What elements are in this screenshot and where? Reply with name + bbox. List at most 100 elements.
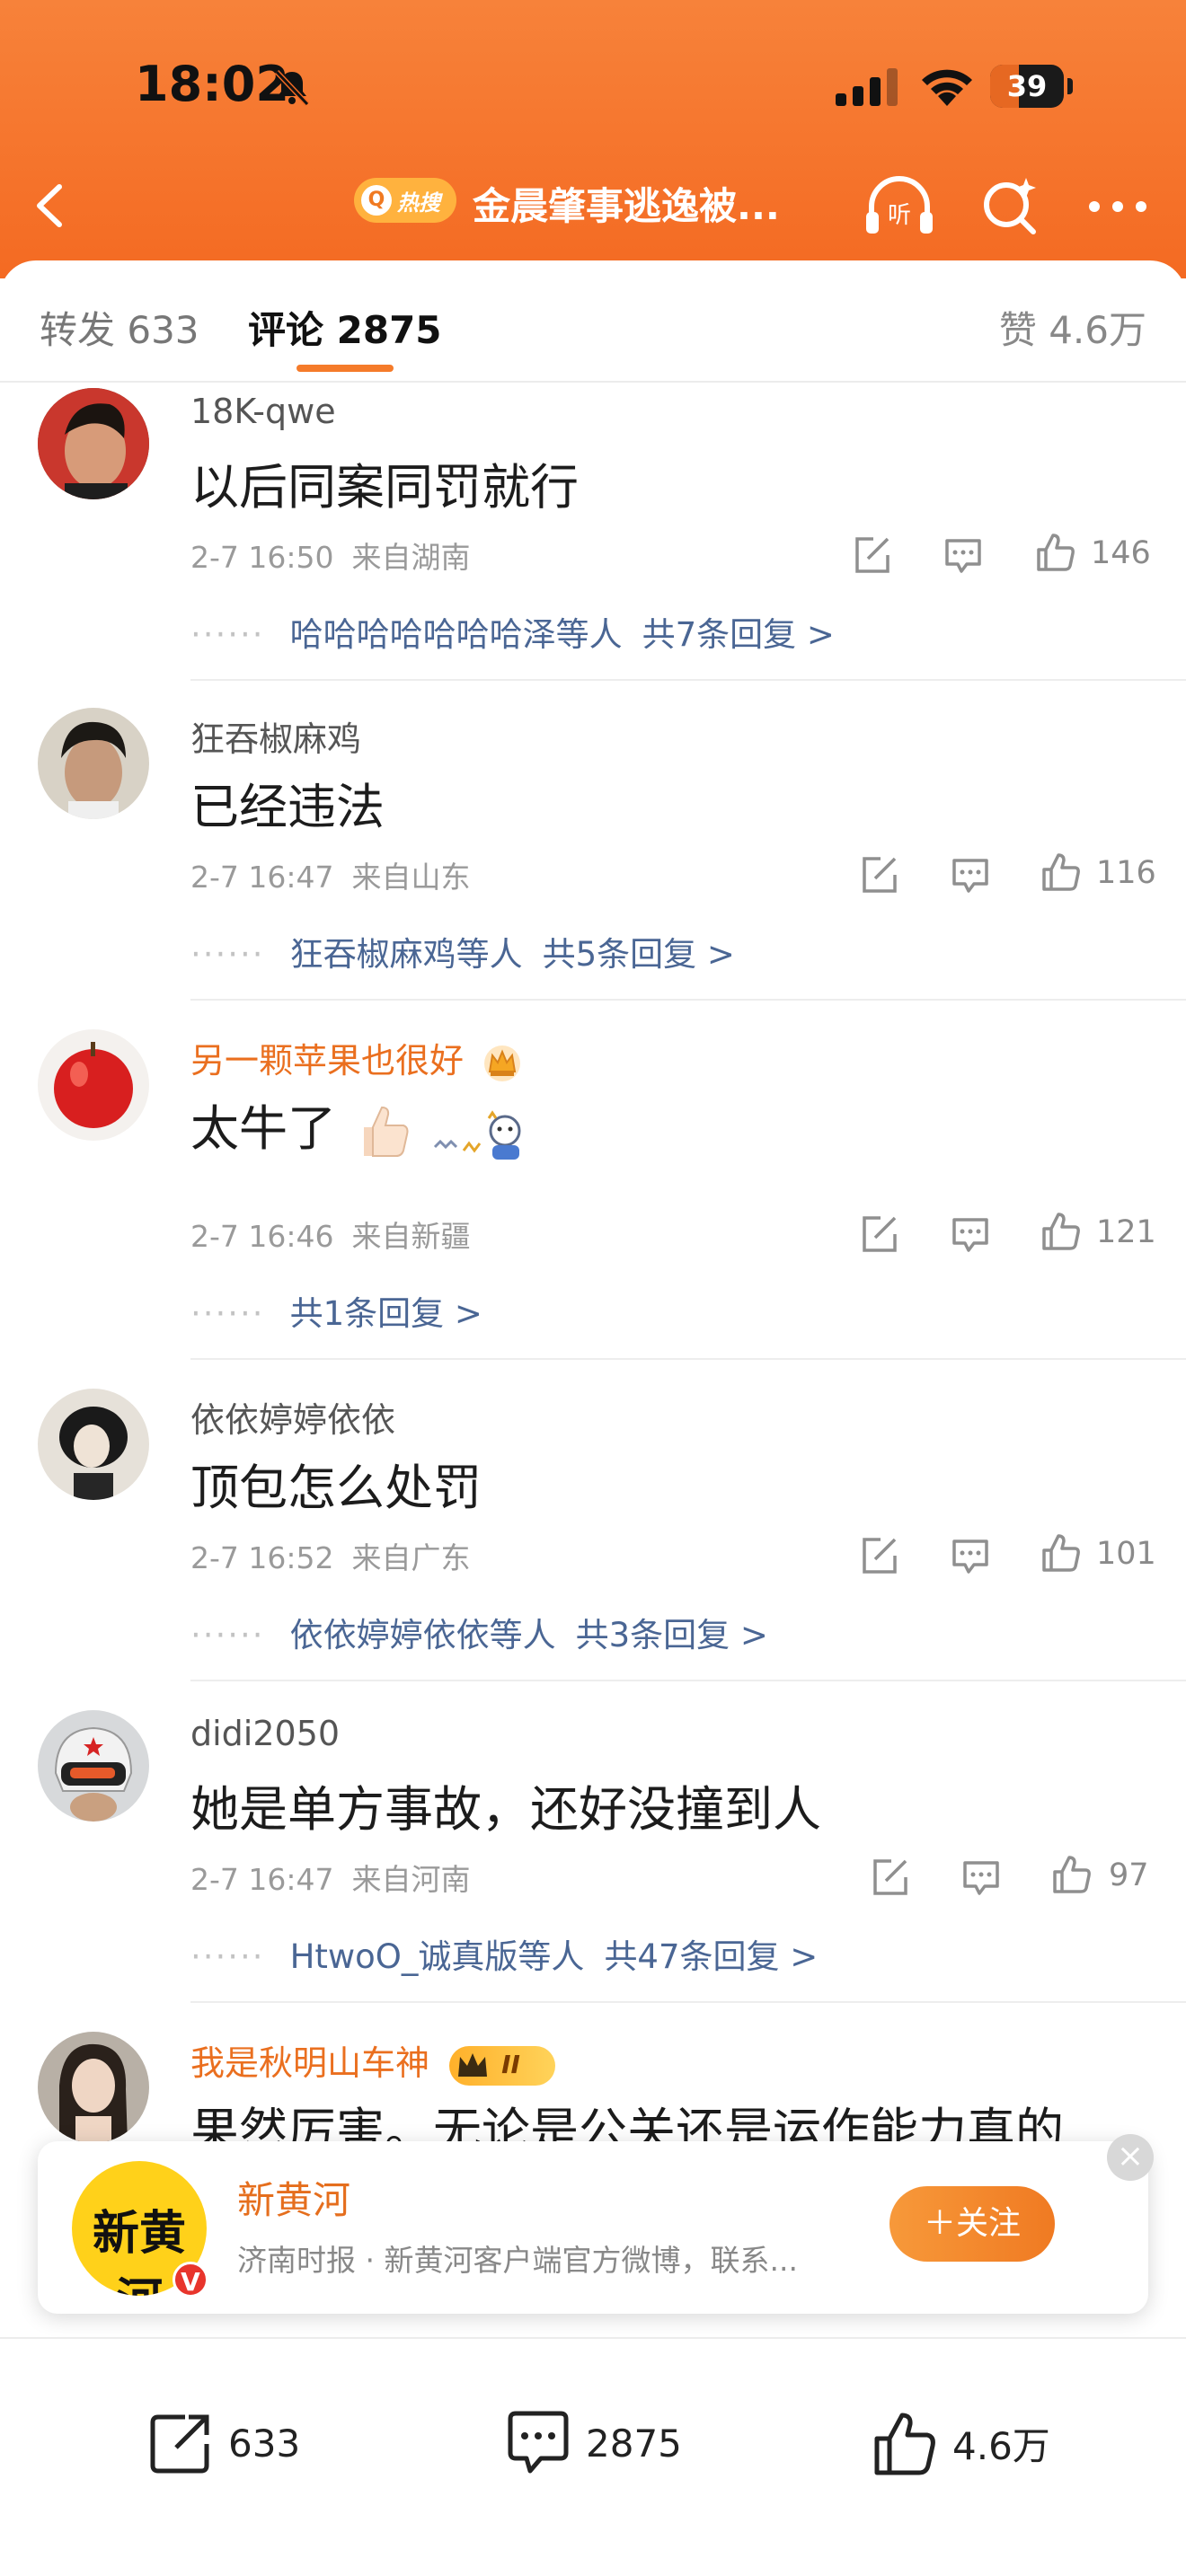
account-name[interactable]: 新黄河 bbox=[237, 2170, 350, 2225]
comment-time: 2-7 16:50 bbox=[190, 540, 334, 575]
avatar[interactable] bbox=[38, 388, 149, 499]
share-icon bbox=[150, 2414, 209, 2474]
comment-item: 狂吞椒麻鸡 已经违法 2-7 16:47 来自山东 116 ······ 狂吞椒麻鸡… bbox=[0, 702, 1186, 1001]
search-refresh-icon[interactable] bbox=[978, 171, 1040, 243]
thumbs-up-icon[interactable] bbox=[1039, 850, 1082, 893]
comment-item: 18K-qwe 以后同案同罚就行 2-7 16:50 来自湖南 146 ·····… bbox=[0, 383, 1186, 681]
close-icon[interactable]: × bbox=[1107, 2134, 1154, 2181]
hot-search-tag[interactable]: Q 热搜 bbox=[354, 178, 456, 223]
like-count: 97 bbox=[1109, 1857, 1149, 1893]
tab-comments[interactable]: 评论 2875 bbox=[248, 300, 442, 355]
share-icon[interactable] bbox=[857, 853, 900, 896]
share-icon[interactable] bbox=[850, 534, 893, 577]
comment-text: 太牛了 bbox=[190, 1089, 528, 1163]
comment-location: 来自湖南 bbox=[351, 540, 471, 575]
like-count: 121 bbox=[1096, 1214, 1156, 1250]
hot-search-label: 热搜 bbox=[397, 190, 440, 216]
status-time: 18:02 bbox=[135, 56, 289, 112]
comment-text: 以后同案同罚就行 bbox=[190, 459, 579, 516]
replies-link[interactable]: ······ HtwoO_诚真版等人 共47条回复 > bbox=[190, 1929, 818, 1978]
comment-username[interactable]: 另一颗苹果也很好 bbox=[190, 1033, 523, 1084]
like-count: 116 bbox=[1096, 855, 1156, 891]
like-button[interactable]: 4.6万 bbox=[870, 2407, 1050, 2479]
divider bbox=[190, 1358, 1186, 1360]
comment-time: 2-7 16:52 bbox=[190, 1540, 334, 1575]
tab-likes[interactable]: 赞 4.6万 bbox=[999, 300, 1146, 355]
thumbs-up-icon[interactable] bbox=[1039, 1209, 1082, 1252]
comment-location: 来自河南 bbox=[351, 1862, 471, 1897]
like-total: 4.6万 bbox=[952, 2423, 1050, 2468]
more-icon[interactable] bbox=[1082, 180, 1154, 234]
active-tab-indicator bbox=[296, 365, 394, 372]
comment-item: 另一颗苹果也很好 太牛了 2-7 16:46 来自新疆 121 ······ 共… bbox=[0, 1024, 1186, 1360]
comment-item: 依依婷婷依依 顶包怎么处罚 2-7 16:52 来自广东 101 ······ 依依… bbox=[0, 1383, 1186, 1681]
comment-icon bbox=[508, 2411, 569, 2474]
comment-username[interactable]: 狂吞椒麻鸡 bbox=[190, 711, 361, 761]
comment-username[interactable]: 18K-qwe bbox=[190, 392, 336, 431]
listen-headphones-icon[interactable]: 听 bbox=[861, 171, 938, 243]
comment-meta: 2-7 16:47 来自山东 bbox=[190, 853, 471, 896]
crown-icon bbox=[458, 2052, 488, 2077]
bell-muted-icon bbox=[274, 69, 310, 107]
comment-time: 2-7 16:47 bbox=[190, 1862, 334, 1897]
divider bbox=[190, 2001, 1186, 2003]
comment-text: 顶包怎么处罚 bbox=[190, 1460, 482, 1516]
comment-username[interactable]: 我是秋明山车神 II bbox=[190, 2035, 556, 2086]
replies-link[interactable]: ······ 哈哈哈哈哈哈哈泽等人 共7条回复 > bbox=[190, 607, 835, 656]
divider bbox=[190, 1680, 1186, 1681]
account-description: 济南时报 · 新黄河客户端官方微博，联系... bbox=[237, 2243, 798, 2278]
tab-bar: 转发 633 评论 2875 赞 4.6万 bbox=[0, 260, 1186, 383]
vip-level-badge: II bbox=[449, 2045, 556, 2086]
comment-meta: 2-7 16:46 来自新疆 bbox=[190, 1213, 471, 1256]
thumbs-up-icon[interactable] bbox=[1033, 530, 1076, 573]
back-chevron-icon[interactable] bbox=[23, 174, 77, 237]
comment-count: 2875 bbox=[586, 2421, 682, 2466]
signal-icon bbox=[836, 68, 898, 106]
avatar[interactable] bbox=[38, 1710, 149, 1822]
battery-indicator: 39 bbox=[990, 65, 1073, 108]
thumbs-up-icon[interactable] bbox=[1039, 1531, 1082, 1574]
share-icon[interactable] bbox=[868, 1856, 911, 1899]
comment-icon[interactable] bbox=[949, 853, 992, 896]
verified-badge-icon: V bbox=[173, 2262, 208, 2298]
page-title[interactable]: 金晨肇事逃逸被... bbox=[473, 176, 814, 226]
bottom-action-bar: 633 2875 4.6万 bbox=[0, 2337, 1186, 2576]
forward-button[interactable]: 633 bbox=[146, 2407, 300, 2479]
avatar[interactable] bbox=[38, 2032, 149, 2143]
avatar[interactable] bbox=[38, 1389, 149, 1500]
search-icon: Q bbox=[361, 185, 392, 216]
comment-button[interactable]: 2875 bbox=[503, 2407, 682, 2479]
svg-text:听: 听 bbox=[888, 202, 911, 229]
account-promo-card[interactable]: 新黄河 V 新黄河 济南时报 · 新黄河客户端官方微博，联系... ＋关注 × bbox=[38, 2134, 1154, 2314]
crown-badge-icon bbox=[484, 1045, 521, 1081]
replies-link[interactable]: ······ 依依婷婷依依等人 共3条回复 > bbox=[190, 1608, 768, 1656]
tab-forward[interactable]: 转发 633 bbox=[40, 300, 199, 355]
comment-icon[interactable] bbox=[960, 1856, 1003, 1899]
thumbs-up-emoji-icon bbox=[364, 1107, 409, 1158]
thumbs-up-icon[interactable] bbox=[1049, 1852, 1093, 1895]
wifi-icon bbox=[922, 69, 972, 106]
comment-time: 2-7 16:46 bbox=[190, 1219, 334, 1254]
like-count: 101 bbox=[1096, 1536, 1156, 1572]
comment-icon[interactable] bbox=[942, 534, 985, 577]
comment-meta: 2-7 16:47 来自河南 bbox=[190, 1856, 471, 1899]
comment-location: 来自新疆 bbox=[351, 1219, 471, 1254]
comment-icon[interactable] bbox=[949, 1213, 992, 1256]
avatar[interactable] bbox=[38, 708, 149, 819]
share-icon[interactable] bbox=[857, 1534, 900, 1577]
replies-link[interactable]: ······ 共1条回复 > bbox=[190, 1286, 482, 1335]
comment-meta: 2-7 16:52 来自广东 bbox=[190, 1534, 471, 1577]
share-icon[interactable] bbox=[857, 1213, 900, 1256]
like-count: 146 bbox=[1091, 535, 1151, 571]
forward-count: 633 bbox=[228, 2421, 301, 2466]
divider bbox=[190, 999, 1186, 1001]
status-bar: 18:02 39 bbox=[0, 0, 1186, 171]
comment-icon[interactable] bbox=[949, 1534, 992, 1577]
comment-username[interactable]: didi2050 bbox=[190, 1714, 340, 1753]
avatar[interactable] bbox=[38, 1029, 149, 1141]
follow-button[interactable]: ＋关注 bbox=[890, 2186, 1055, 2262]
replies-link[interactable]: ······ 狂吞椒麻鸡等人 共5条回复 > bbox=[190, 927, 735, 975]
comment-text: 她是单方事故，还好没撞到人 bbox=[190, 1781, 821, 1838]
comment-location: 来自广东 bbox=[351, 1540, 471, 1575]
comment-username[interactable]: 依依婷婷依依 bbox=[190, 1392, 395, 1442]
